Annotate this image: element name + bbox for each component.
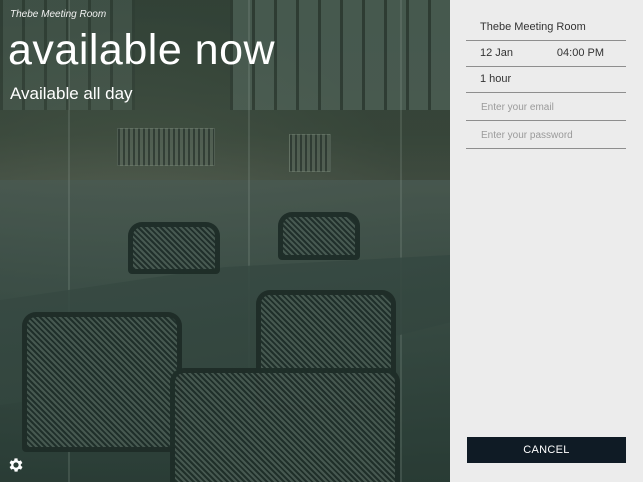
room-select-value: Thebe Meeting Room	[480, 21, 586, 33]
room-status-panel: Thebe Meeting Room available now Availab…	[0, 0, 450, 482]
availability-detail: Available all day	[10, 84, 133, 103]
availability-status: available now	[8, 26, 276, 74]
password-field[interactable]	[466, 128, 626, 142]
cancel-button[interactable]: CANCEL	[467, 437, 626, 463]
time-value[interactable]: 04:00 PM	[557, 47, 626, 59]
room-name: Thebe Meeting Room	[10, 9, 107, 20]
email-field-row	[466, 94, 626, 121]
email-field[interactable]	[466, 100, 626, 114]
duration-select[interactable]: 1 hour	[466, 66, 626, 93]
date-value[interactable]: 12 Jan	[466, 47, 513, 59]
duration-value: 1 hour	[480, 73, 512, 85]
room-select[interactable]: Thebe Meeting Room	[466, 14, 626, 41]
gear-icon	[9, 458, 23, 472]
date-time-picker[interactable]: 12 Jan 04:00 PM	[466, 40, 626, 67]
password-field-row	[466, 122, 626, 149]
booking-panel: Thebe Meeting Room 12 Jan 04:00 PM 1 hou…	[450, 0, 643, 482]
settings-button[interactable]	[7, 456, 25, 474]
